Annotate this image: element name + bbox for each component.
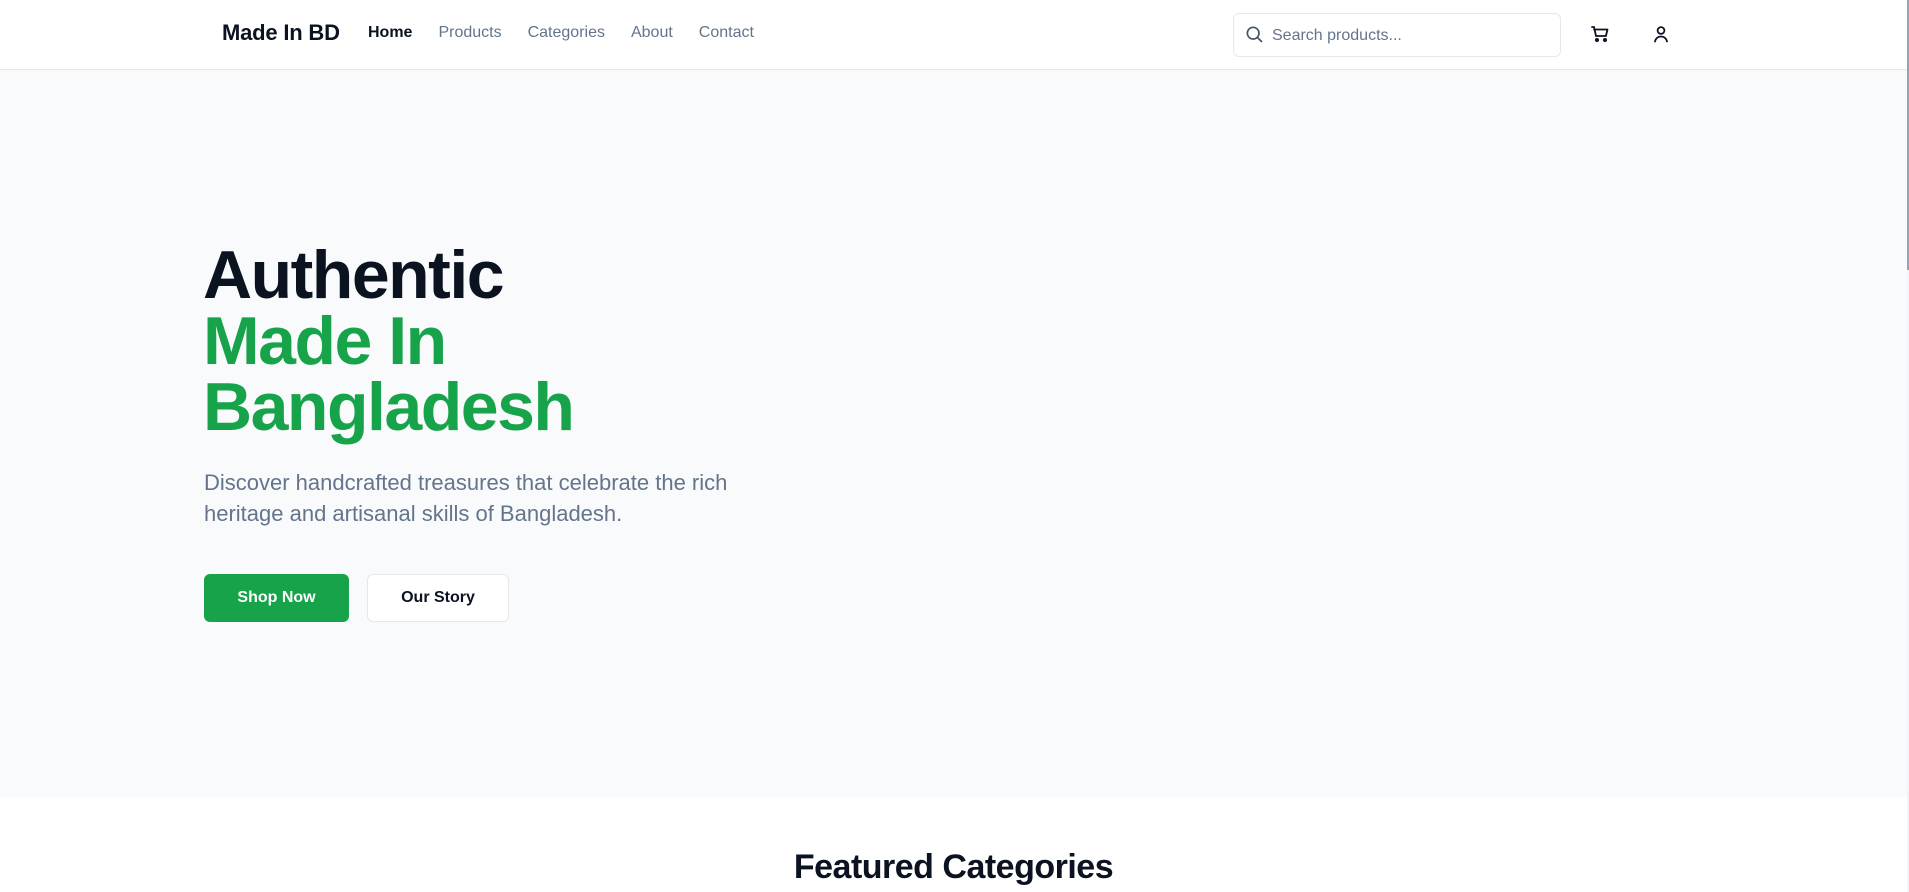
featured-categories-title: Featured Categories: [793, 848, 1114, 886]
nav-link-categories[interactable]: Categories: [528, 24, 605, 42]
nav-link-products[interactable]: Products: [438, 24, 501, 42]
search-icon: [1244, 24, 1264, 44]
hero-subtitle: Discover handcrafted treasures that cele…: [204, 470, 728, 526]
main-nav: Home Products Categories About Contact: [368, 24, 754, 42]
brand-logo[interactable]: Made In BD: [222, 20, 340, 46]
nav-link-about[interactable]: About: [631, 24, 673, 42]
user-icon[interactable]: [1649, 22, 1673, 46]
site-header: Made In BD Home Products Categories Abou…: [0, 0, 1907, 70]
our-story-button[interactable]: Our Story: [367, 574, 509, 622]
hero-title: Authentic Made In Bangladesh: [203, 237, 575, 445]
hero-title-line-bangladesh: Bangladesh: [203, 369, 575, 445]
search-box: [1233, 13, 1561, 58]
shopping-cart-icon[interactable]: [1588, 22, 1612, 46]
search-input[interactable]: [1270, 14, 1558, 58]
nav-link-contact[interactable]: Contact: [699, 24, 754, 42]
hero-title-line-authentic: Authentic: [203, 237, 505, 313]
shop-now-button[interactable]: Shop Now: [204, 574, 349, 622]
hero-section: Authentic Made In Bangladesh Discover ha…: [0, 70, 1907, 797]
nav-link-home[interactable]: Home: [368, 24, 412, 42]
hero-title-line-made-in: Made In: [203, 303, 447, 379]
